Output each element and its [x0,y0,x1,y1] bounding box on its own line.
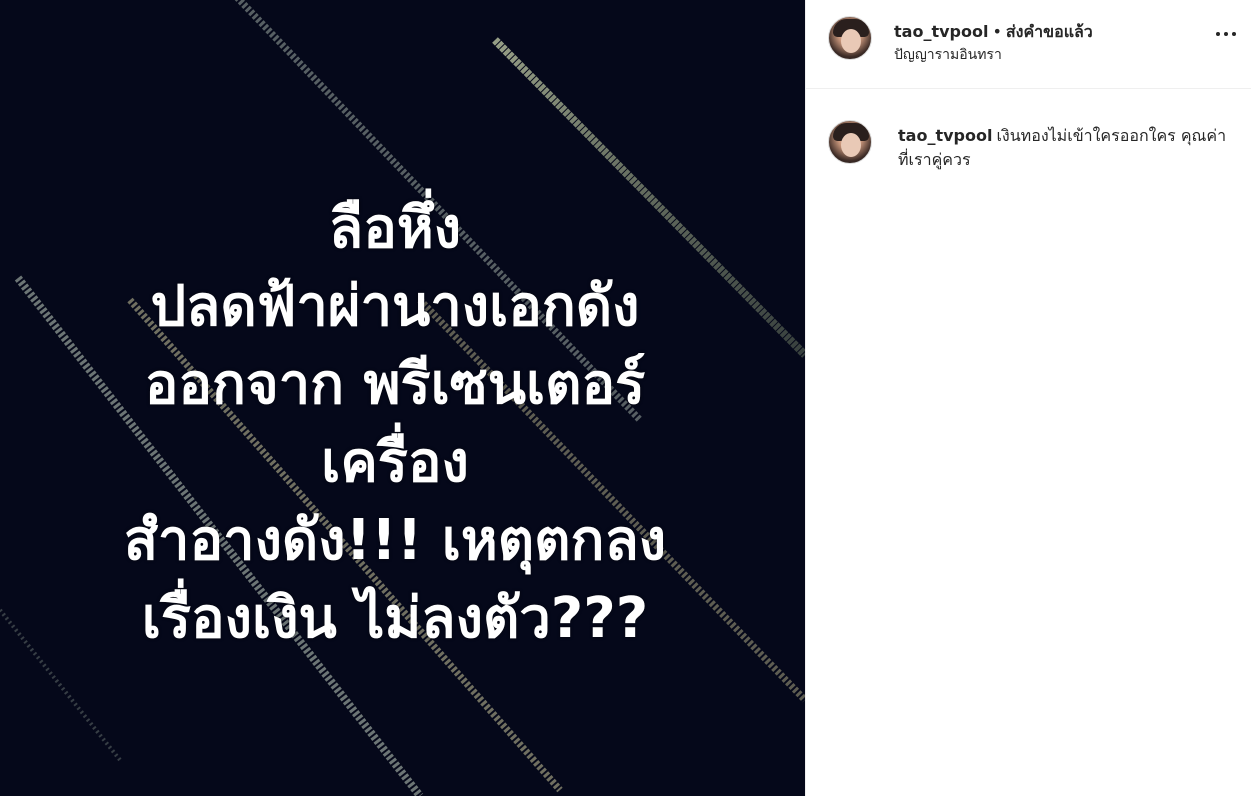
more-options-icon[interactable] [1214,22,1238,46]
post-header: tao_tvpool • ส่งคำขอแล้ว ปัญญารามอินทรา [806,0,1251,89]
username-link[interactable]: tao_tvpool [894,22,988,41]
more-dot [1224,32,1228,36]
more-dot [1216,32,1220,36]
headline-line: ปลดฟ้าผ่านางเอกดัง [150,274,640,339]
avatar[interactable] [828,16,872,60]
headline-line: เครื่อง [321,430,469,495]
avatar-face [841,29,861,53]
avatar-face [841,133,861,157]
headline-line: เรื่องเงิน ไม่ลงตัว??? [141,586,649,651]
headline-line: ลือหึ่ง [328,196,462,261]
location-link[interactable]: ปัญญารามอินทรา [894,44,1002,66]
comment-username-link[interactable]: tao_tvpool [898,126,992,145]
post-image[interactable]: ลือหึ่ง ปลดฟ้าผ่านางเอกดัง ออกจาก พรีเซน… [0,0,805,796]
more-dot [1232,32,1236,36]
post-sidebar: tao_tvpool • ส่งคำขอแล้ว ปัญญารามอินทรา ta… [805,0,1251,796]
headline-text: ลือหึ่ง ปลดฟ้าผ่านางเอกดัง ออกจาก พรีเซน… [0,190,790,658]
comment-body: tao_tvpool เงินทองไม่เข้าใครออกใคร คุณค่า… [898,124,1228,172]
follow-request-sent-button[interactable]: ส่งคำขอแล้ว [1006,22,1093,41]
headline-line: ออกจาก พรีเซนเตอร์ [144,352,646,417]
comment-avatar[interactable] [828,120,872,164]
instagram-post: ลือหึ่ง ปลดฟ้าผ่านางเอกดัง ออกจาก พรีเซน… [0,0,1251,796]
header-name-row: tao_tvpool • ส่งคำขอแล้ว [894,20,1093,45]
separator-dot: • [992,22,1002,41]
headline-line: สำอางดัง!!! เหตุตกลง [123,508,667,573]
